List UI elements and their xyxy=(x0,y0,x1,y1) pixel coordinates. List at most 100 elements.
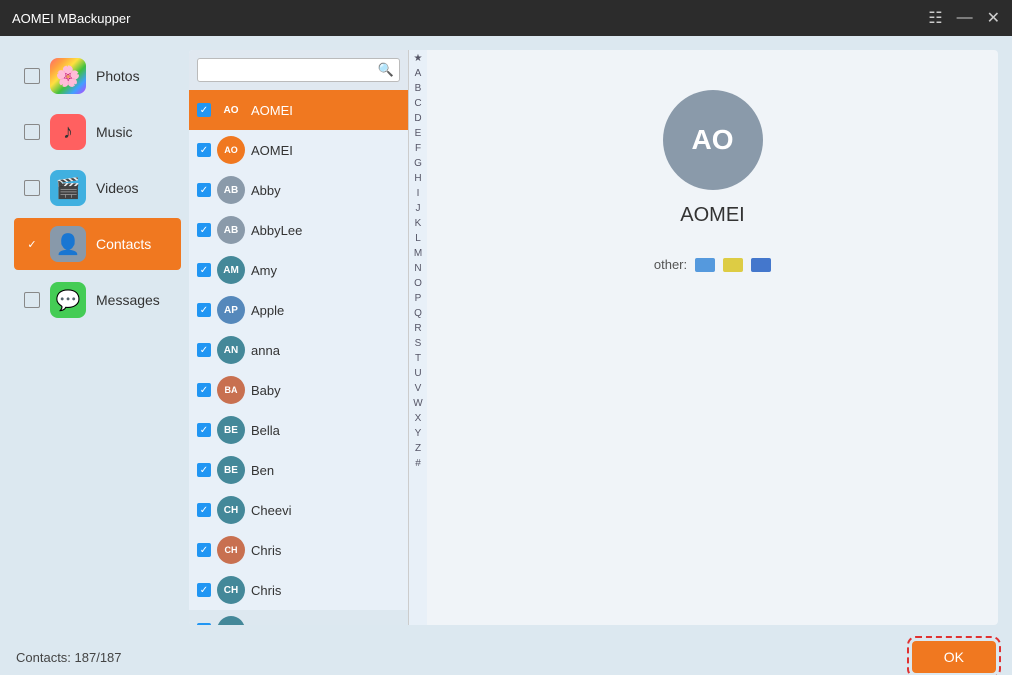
alphabet-letter[interactable]: Z xyxy=(415,442,421,456)
sidebar-checkbox-videos[interactable] xyxy=(24,180,40,196)
contact-checkbox[interactable]: ✓ xyxy=(197,143,211,157)
music-icon: ♪ xyxy=(50,114,86,150)
contact-item[interactable]: ✓BEBella xyxy=(189,410,408,450)
close-button[interactable]: ✕ xyxy=(987,8,1000,28)
alphabet-letter[interactable]: P xyxy=(415,292,422,306)
alphabet-letter[interactable]: O xyxy=(414,277,422,291)
contact-checkbox[interactable]: ✓ xyxy=(197,303,211,317)
detail-avatar-initials: AO xyxy=(692,124,734,156)
contact-checkbox[interactable]: ✓ xyxy=(197,103,211,117)
search-icon: 🔍 xyxy=(378,62,394,78)
contact-avatar: AP xyxy=(217,296,245,324)
menu-icon[interactable]: ☷ xyxy=(928,8,942,28)
contact-checkbox[interactable]: ✓ xyxy=(197,263,211,277)
alphabet-letter[interactable]: C xyxy=(414,97,421,111)
contact-avatar: CH xyxy=(217,616,245,625)
contact-name: Apple xyxy=(251,303,284,318)
contact-item[interactable]: ✓AOAOMEI xyxy=(189,90,408,130)
contact-checkbox[interactable]: ✓ xyxy=(197,463,211,477)
contact-item[interactable]: ✓AMAmy xyxy=(189,250,408,290)
alphabet-letter[interactable]: U xyxy=(414,367,421,381)
contact-item[interactable]: ✓BABaby xyxy=(189,370,408,410)
contact-name: anna xyxy=(251,343,280,358)
alphabet-letter[interactable]: F xyxy=(415,142,421,156)
contact-name: Chris xyxy=(251,583,281,598)
contact-avatar: BA xyxy=(217,376,245,404)
contact-checkbox[interactable]: ✓ xyxy=(197,423,211,437)
contact-item[interactable]: ✓CHChris xyxy=(189,610,408,625)
detail-avatar: AO xyxy=(663,90,763,190)
sidebar-checkbox-photos[interactable] xyxy=(24,68,40,84)
contact-item[interactable]: ✓CHChris xyxy=(189,570,408,610)
alphabet-letter[interactable]: I xyxy=(417,187,420,201)
sidebar-label-photos: Photos xyxy=(96,68,140,84)
alphabet-letter[interactable]: N xyxy=(414,262,421,276)
contact-checkbox[interactable]: ✓ xyxy=(197,543,211,557)
sidebar-item-videos[interactable]: 🎬Videos xyxy=(14,162,181,214)
alphabet-letter[interactable]: B xyxy=(415,82,422,96)
alphabet-letter[interactable]: X xyxy=(415,412,422,426)
contact-avatar: BE xyxy=(217,456,245,484)
contact-item[interactable]: ✓CHChris xyxy=(189,530,408,570)
alphabet-letter[interactable]: G xyxy=(414,157,422,171)
alphabet-letter[interactable]: L xyxy=(415,232,421,246)
search-input[interactable] xyxy=(197,58,400,82)
contact-name: Ben xyxy=(251,463,274,478)
contact-avatar: AN xyxy=(217,336,245,364)
contact-avatar: AB xyxy=(217,216,245,244)
alphabet-letter[interactable]: T xyxy=(415,352,421,366)
alphabet-letter[interactable]: D xyxy=(414,112,421,126)
ok-button[interactable]: OK xyxy=(912,641,996,673)
contact-avatar: AO xyxy=(217,96,245,124)
alphabet-letter[interactable]: A xyxy=(415,67,422,81)
alphabet-letter[interactable]: V xyxy=(415,382,422,396)
contact-item[interactable]: ✓ AP Apple xyxy=(189,290,408,330)
search-bar: 🔍 xyxy=(189,50,408,90)
contact-name: Bella xyxy=(251,423,280,438)
contact-name: Amy xyxy=(251,263,277,278)
contact-checkbox[interactable]: ✓ xyxy=(197,183,211,197)
detail-color-block xyxy=(695,258,715,272)
sidebar-item-music[interactable]: ♪Music xyxy=(14,106,181,158)
contacts-scroll[interactable]: ✓AOAOMEI✓AOAOMEI✓ABAbby✓ABAbbyLee✓AMAmy✓… xyxy=(189,90,408,625)
sidebar-checkbox-messages[interactable] xyxy=(24,292,40,308)
alphabet-letter[interactable]: E xyxy=(415,127,422,141)
contact-checkbox[interactable]: ✓ xyxy=(197,583,211,597)
alphabet-letter[interactable]: R xyxy=(414,322,421,336)
contact-checkbox[interactable]: ✓ xyxy=(197,223,211,237)
alphabet-letter[interactable]: ★ xyxy=(414,52,423,66)
contact-item[interactable]: ✓AOAOMEI xyxy=(189,130,408,170)
alphabet-letter[interactable]: # xyxy=(415,457,421,471)
search-wrap: 🔍 xyxy=(197,58,400,82)
contact-item[interactable]: ✓ AB AbbyLee xyxy=(189,210,408,250)
alphabet-letter[interactable]: K xyxy=(415,217,422,231)
app-body: 🌸Photos♪Music🎬Videos✓👤Contacts💬Messages … xyxy=(0,36,1012,639)
detail-other: other: xyxy=(654,257,771,272)
minimize-button[interactable]: — xyxy=(957,9,973,27)
sidebar-item-contacts[interactable]: ✓👤Contacts xyxy=(14,218,181,270)
sidebar-item-photos[interactable]: 🌸Photos xyxy=(14,50,181,102)
alphabet-letter[interactable]: W xyxy=(413,397,422,411)
alphabet-letter[interactable]: J xyxy=(416,202,421,216)
contact-checkbox[interactable]: ✓ xyxy=(197,623,211,625)
alphabet-letter[interactable]: H xyxy=(414,172,421,186)
alphabet-letter[interactable]: M xyxy=(414,247,422,261)
alphabet-letter[interactable]: Y xyxy=(415,427,422,441)
title-bar: AOMEI MBackupper ☷ — ✕ xyxy=(0,0,1012,36)
contact-checkbox[interactable]: ✓ xyxy=(197,383,211,397)
contact-name: Abby xyxy=(251,183,281,198)
sidebar-checkbox-music[interactable] xyxy=(24,124,40,140)
contact-item[interactable]: ✓ AN anna xyxy=(189,330,408,370)
contact-name: Cheevi xyxy=(251,503,291,518)
contacts-icon: 👤 xyxy=(50,226,86,262)
contact-item[interactable]: ✓ BE Ben xyxy=(189,450,408,490)
alphabet-letter[interactable]: Q xyxy=(414,307,422,321)
contact-checkbox[interactable]: ✓ xyxy=(197,343,211,357)
contact-checkbox[interactable]: ✓ xyxy=(197,503,211,517)
contact-item[interactable]: ✓ABAbby xyxy=(189,170,408,210)
sidebar-item-messages[interactable]: 💬Messages xyxy=(14,274,181,326)
contact-item[interactable]: ✓CHCheevi xyxy=(189,490,408,530)
alphabet-letter[interactable]: S xyxy=(415,337,422,351)
sidebar-checkbox-contacts[interactable]: ✓ xyxy=(24,236,40,252)
contact-name: AbbyLee xyxy=(251,223,302,238)
